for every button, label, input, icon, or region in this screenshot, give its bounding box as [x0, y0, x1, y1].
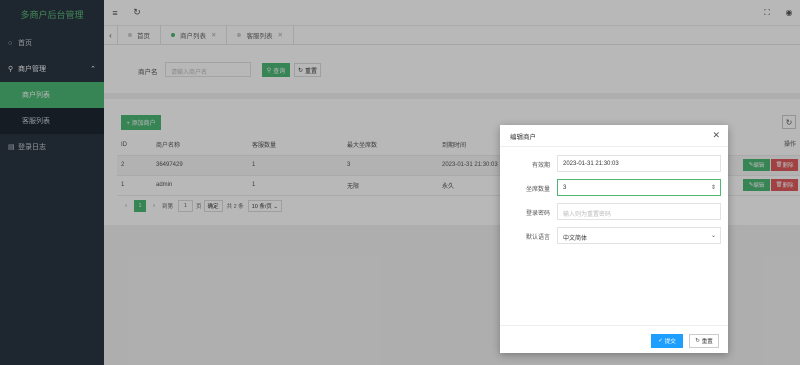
- close-icon[interactable]: ✕: [712, 130, 720, 141]
- chevron-down-icon: ⌄: [710, 233, 716, 239]
- form-row-seats: 坐席数量 3 ⇕: [500, 179, 728, 197]
- check-icon: ✓: [658, 338, 663, 344]
- field-label: 默认语言: [525, 235, 550, 241]
- reset-icon: ↻: [695, 338, 700, 344]
- dialog-reset-button[interactable]: ↻ 重置: [689, 334, 719, 348]
- seats-value: 3: [563, 185, 567, 191]
- stepper-arrows-icon[interactable]: ⇕: [711, 184, 716, 191]
- seats-stepper[interactable]: 3 ⇕: [557, 179, 721, 196]
- field-label: 登录密码: [525, 211, 550, 217]
- form-row-expiry: 有效期 2023-01-31 21:30:03: [500, 155, 728, 173]
- dialog-title: 编辑商户: [510, 133, 536, 141]
- field-label: 坐席数量: [525, 187, 550, 193]
- expiry-field[interactable]: 2023-01-31 21:30:03: [557, 155, 721, 172]
- submit-button[interactable]: ✓ 提交: [651, 334, 683, 348]
- field-label: 有效期: [531, 163, 550, 169]
- dialog-header: 编辑商户 ✕: [500, 125, 728, 147]
- edit-merchant-dialog: 编辑商户 ✕ 有效期 2023-01-31 21:30:03 坐席数量 3 ⇕ …: [500, 125, 728, 353]
- language-select[interactable]: 中文简体 ⌄: [557, 227, 721, 244]
- form-row-language: 默认语言 中文简体 ⌄: [500, 227, 728, 245]
- password-field[interactable]: 输入则为重置密码: [557, 203, 721, 220]
- submit-button-label: 提交: [664, 339, 676, 345]
- reset-button-label: 重置: [701, 339, 713, 345]
- dialog-footer: ✓ 提交 ↻ 重置: [500, 325, 728, 353]
- form-row-password: 登录密码 输入则为重置密码: [500, 203, 728, 221]
- language-value: 中文简体: [563, 236, 588, 242]
